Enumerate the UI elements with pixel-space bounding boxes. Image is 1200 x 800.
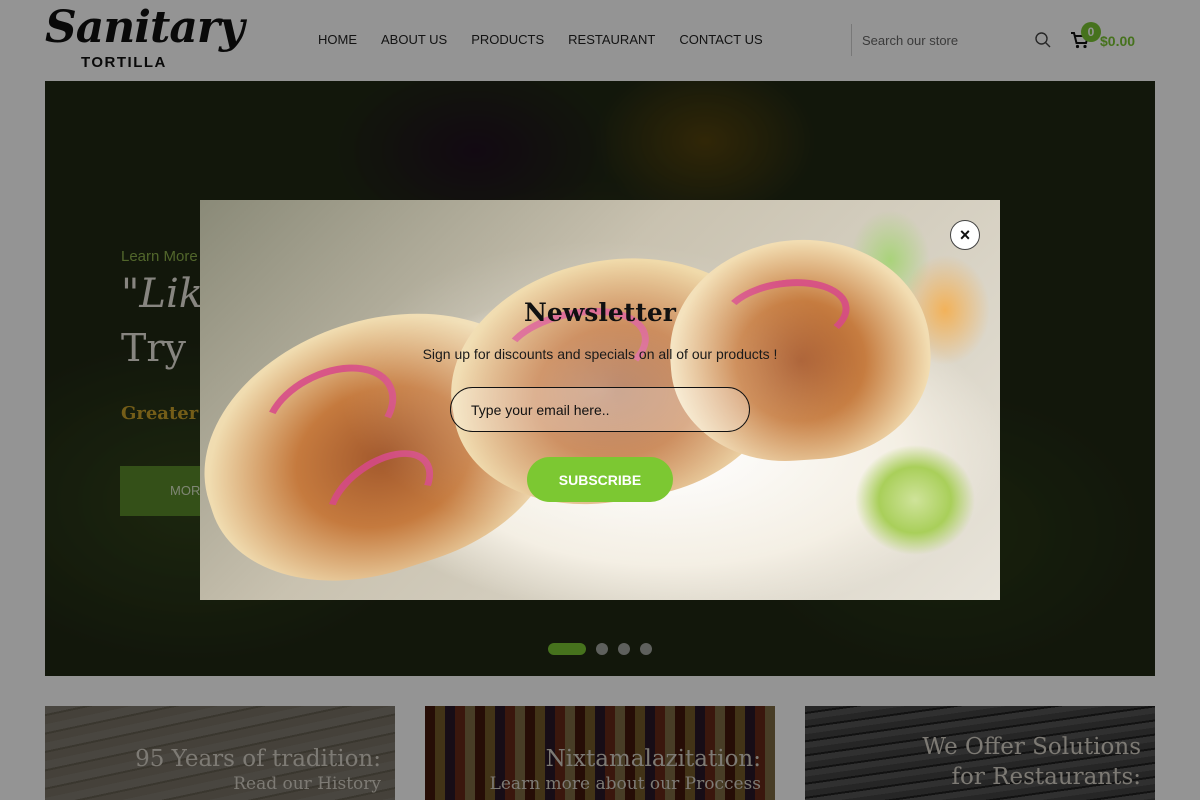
newsletter-modal: × Newsletter Sign up for discounts and s… — [200, 200, 1000, 600]
subscribe-button[interactable]: SUBSCRIBE — [527, 457, 673, 502]
newsletter-subtitle: Sign up for discounts and specials on al… — [422, 346, 778, 362]
close-icon[interactable]: × — [950, 220, 980, 250]
email-field[interactable] — [450, 387, 750, 432]
newsletter-title: Newsletter — [524, 298, 676, 327]
